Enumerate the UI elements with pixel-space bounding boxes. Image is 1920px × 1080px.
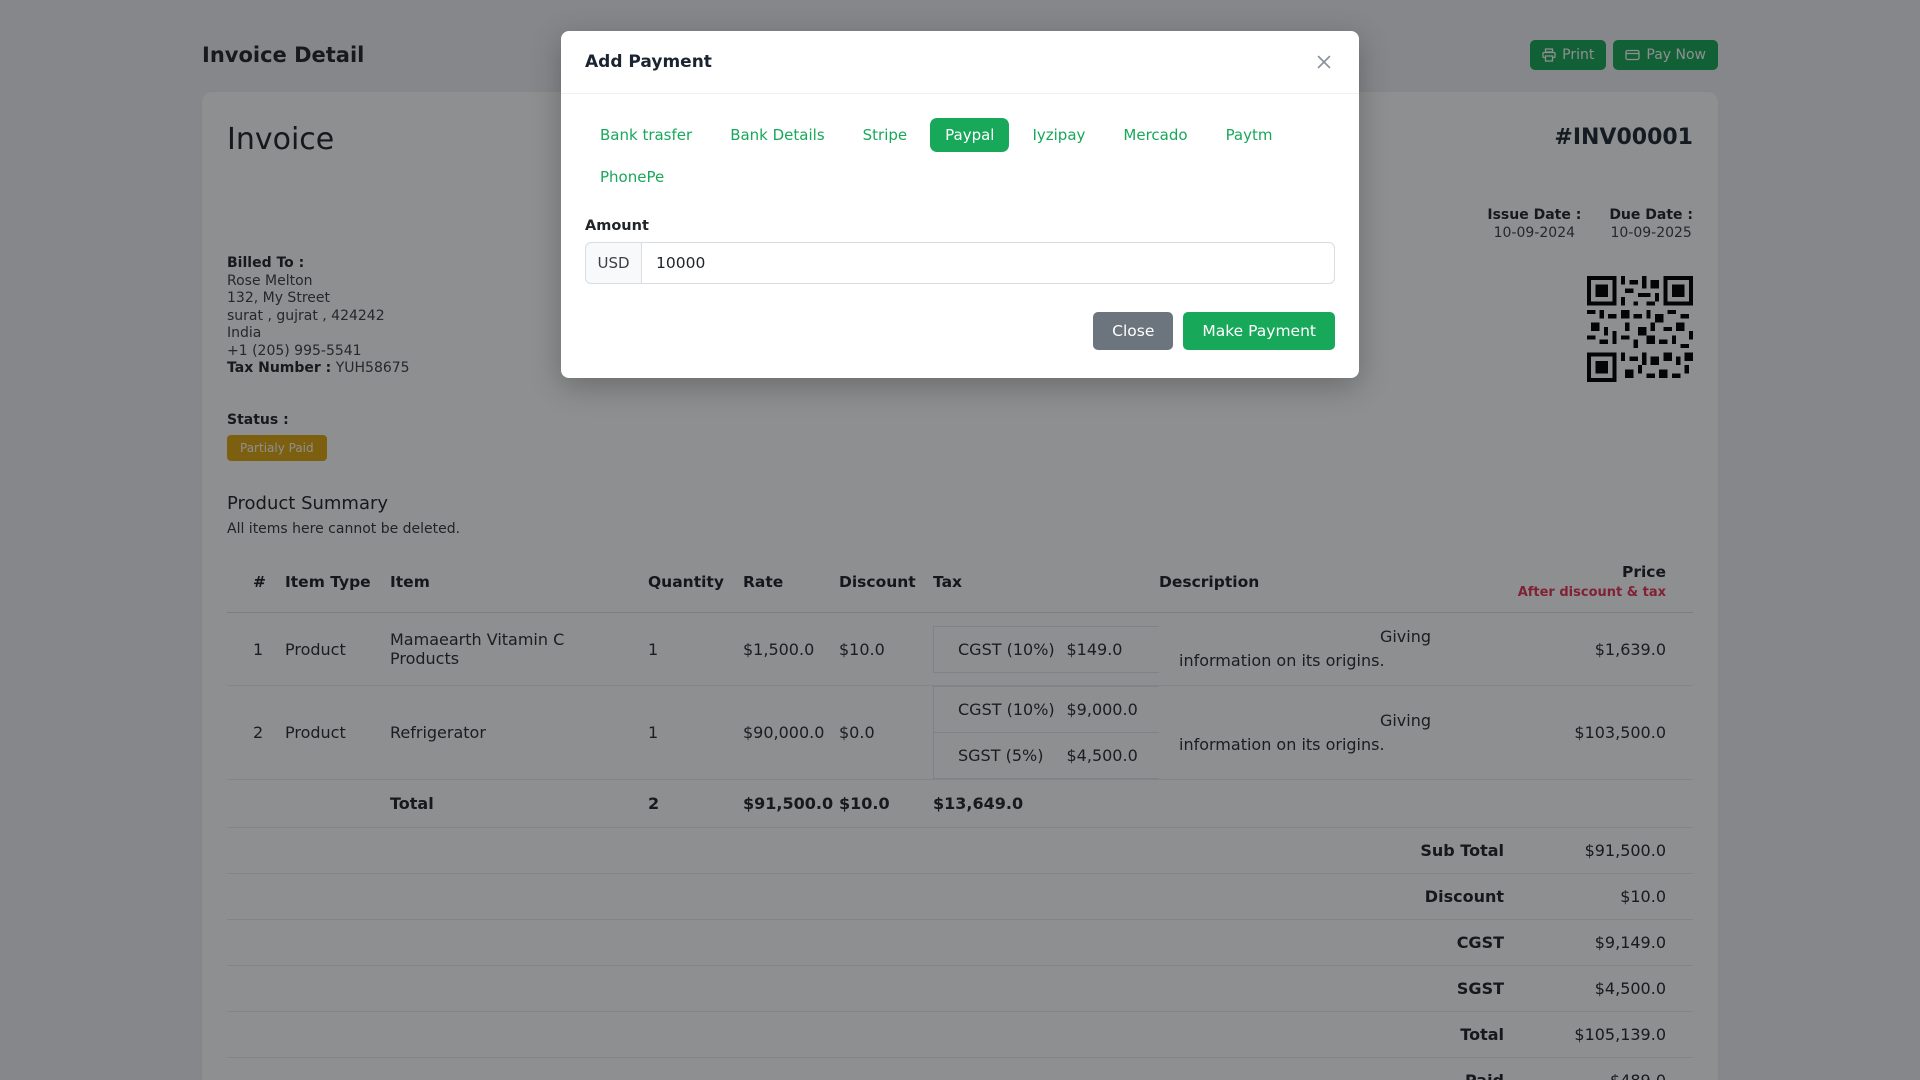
tab-paytm[interactable]: Paytm	[1211, 118, 1288, 152]
tab-stripe[interactable]: Stripe	[848, 118, 923, 152]
currency-addon: USD	[585, 242, 641, 284]
modal-title: Add Payment	[585, 52, 712, 72]
amount-label: Amount	[585, 218, 1335, 234]
make-payment-button[interactable]: Make Payment	[1183, 312, 1335, 350]
payment-method-tabs: Bank trasfer Bank Details Stripe Paypal …	[585, 118, 1335, 194]
cancel-button[interactable]: Close	[1093, 312, 1173, 350]
tab-bank-details[interactable]: Bank Details	[715, 118, 839, 152]
tab-iyzipay[interactable]: Iyzipay	[1017, 118, 1100, 152]
add-payment-modal: Add Payment Bank trasfer Bank Details St…	[561, 31, 1359, 378]
tab-mercado[interactable]: Mercado	[1108, 118, 1202, 152]
tab-phonepe[interactable]: PhonePe	[585, 160, 679, 194]
tab-paypal[interactable]: Paypal	[930, 118, 1009, 152]
tab-bank-transfer[interactable]: Bank trasfer	[585, 118, 707, 152]
amount-input[interactable]	[641, 242, 1335, 284]
close-icon[interactable]	[1313, 51, 1335, 73]
